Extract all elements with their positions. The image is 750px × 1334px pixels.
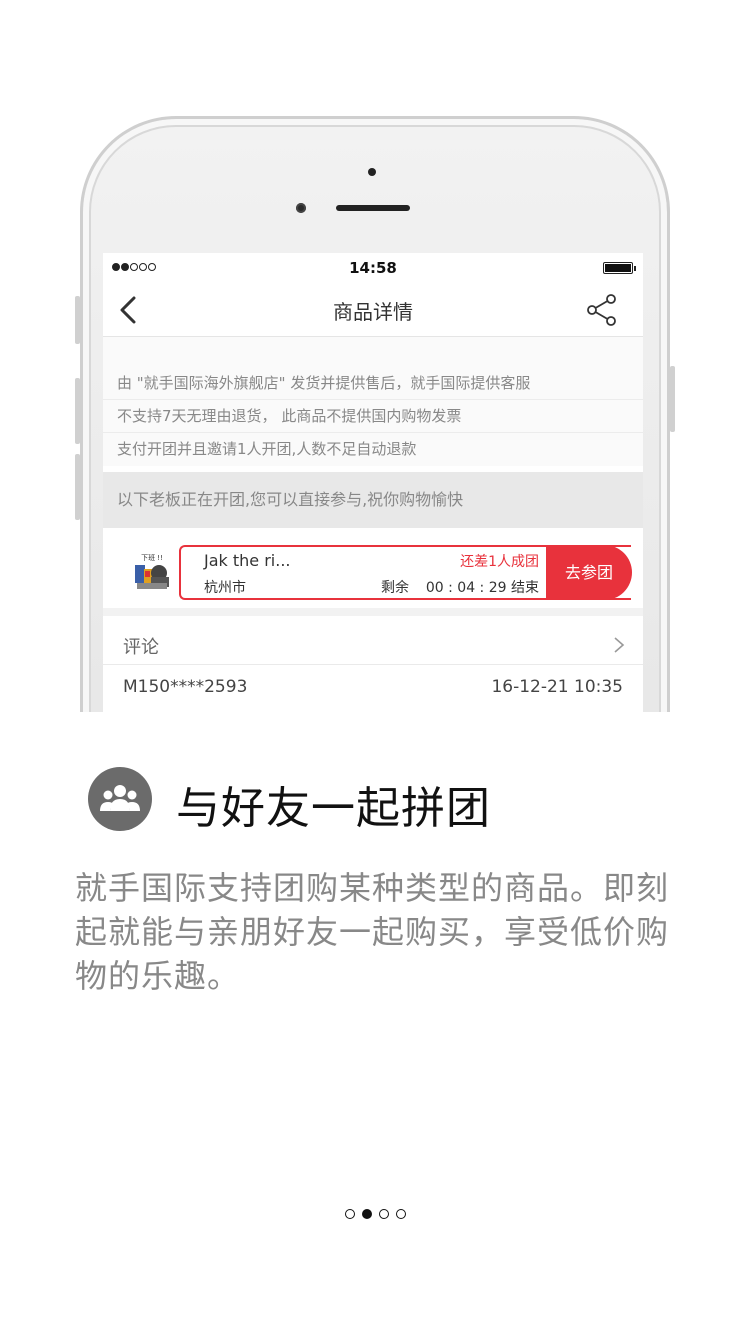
group-tip: 以下老板正在开团,您可以直接参与,祝你购物愉快 [103, 472, 643, 528]
page-dot[interactable] [395, 1209, 406, 1219]
phone-screen: 14:58 商品详情 由 "就手国际海外旗舰店" 发货并提供售后，就手国际提供客… [103, 253, 643, 712]
group-need-text: 还差1人成团 [460, 554, 539, 570]
group-city: 杭州市 [204, 580, 246, 596]
group-buy-row: 下班 !! Jak the ri... 还差1人成团 杭州市 剩余 00 : 0… [103, 528, 643, 616]
chevron-right-icon [614, 637, 625, 653]
share-icon[interactable] [585, 293, 619, 327]
comment-user: M150****2593 [123, 677, 248, 697]
service-note: 支付开团并且邀请1人开团,人数不足自动退款 [117, 440, 417, 458]
proximity-sensor [368, 168, 376, 176]
nav-bar: 商品详情 [103, 283, 643, 337]
phone-mockup: 14:58 商品详情 由 "就手国际海外旗舰店" 发货并提供售后，就手国际提供客… [0, 0, 750, 712]
page-indicator [0, 1209, 750, 1219]
group-people-icon [88, 767, 152, 831]
comments-header[interactable]: 评论 [103, 624, 643, 665]
service-note: 由 "就手国际海外旗舰店" 发货并提供售后，就手国际提供客服 [103, 367, 643, 400]
page-dot-active[interactable] [361, 1209, 372, 1219]
page-title: 商品详情 [333, 300, 413, 324]
status-bar: 14:58 [103, 253, 643, 283]
phone-power-button [670, 366, 675, 432]
earpiece-speaker [336, 205, 410, 211]
feature-title: 与好友一起拼团 [176, 783, 491, 834]
feature-description: 就手国际支持团购某种类型的商品。即刻起就能与亲朋好友一起购买，享受低价购物的乐趣… [75, 869, 670, 995]
group-leader-name: Jak the ri... [204, 551, 291, 570]
service-note: 不支持7天无理由退货， 此商品不提供国内购物发票 [103, 400, 643, 433]
comment-date: 16-12-21 10:35 [491, 677, 623, 697]
group-remaining-label: 剩余 [381, 580, 409, 596]
comments-label: 评论 [123, 637, 159, 658]
service-notes: 由 "就手国际海外旗舰店" 发货并提供售后，就手国际提供客服 不支持7天无理由退… [103, 337, 643, 466]
avatar-caption: 下班 !! [141, 553, 163, 562]
battery-icon [603, 262, 636, 274]
comment-item: M150****2593 16-12-21 10:35 [103, 665, 643, 712]
join-group-button[interactable]: 去参团 [546, 545, 632, 600]
status-time: 14:58 [349, 259, 397, 277]
group-countdown: 00 : 04 : 29 结束 [425, 580, 539, 596]
page-dot[interactable] [378, 1209, 389, 1219]
page-dot[interactable] [344, 1209, 355, 1219]
front-camera [296, 203, 306, 213]
user-avatar: 下班 !! [129, 551, 175, 597]
